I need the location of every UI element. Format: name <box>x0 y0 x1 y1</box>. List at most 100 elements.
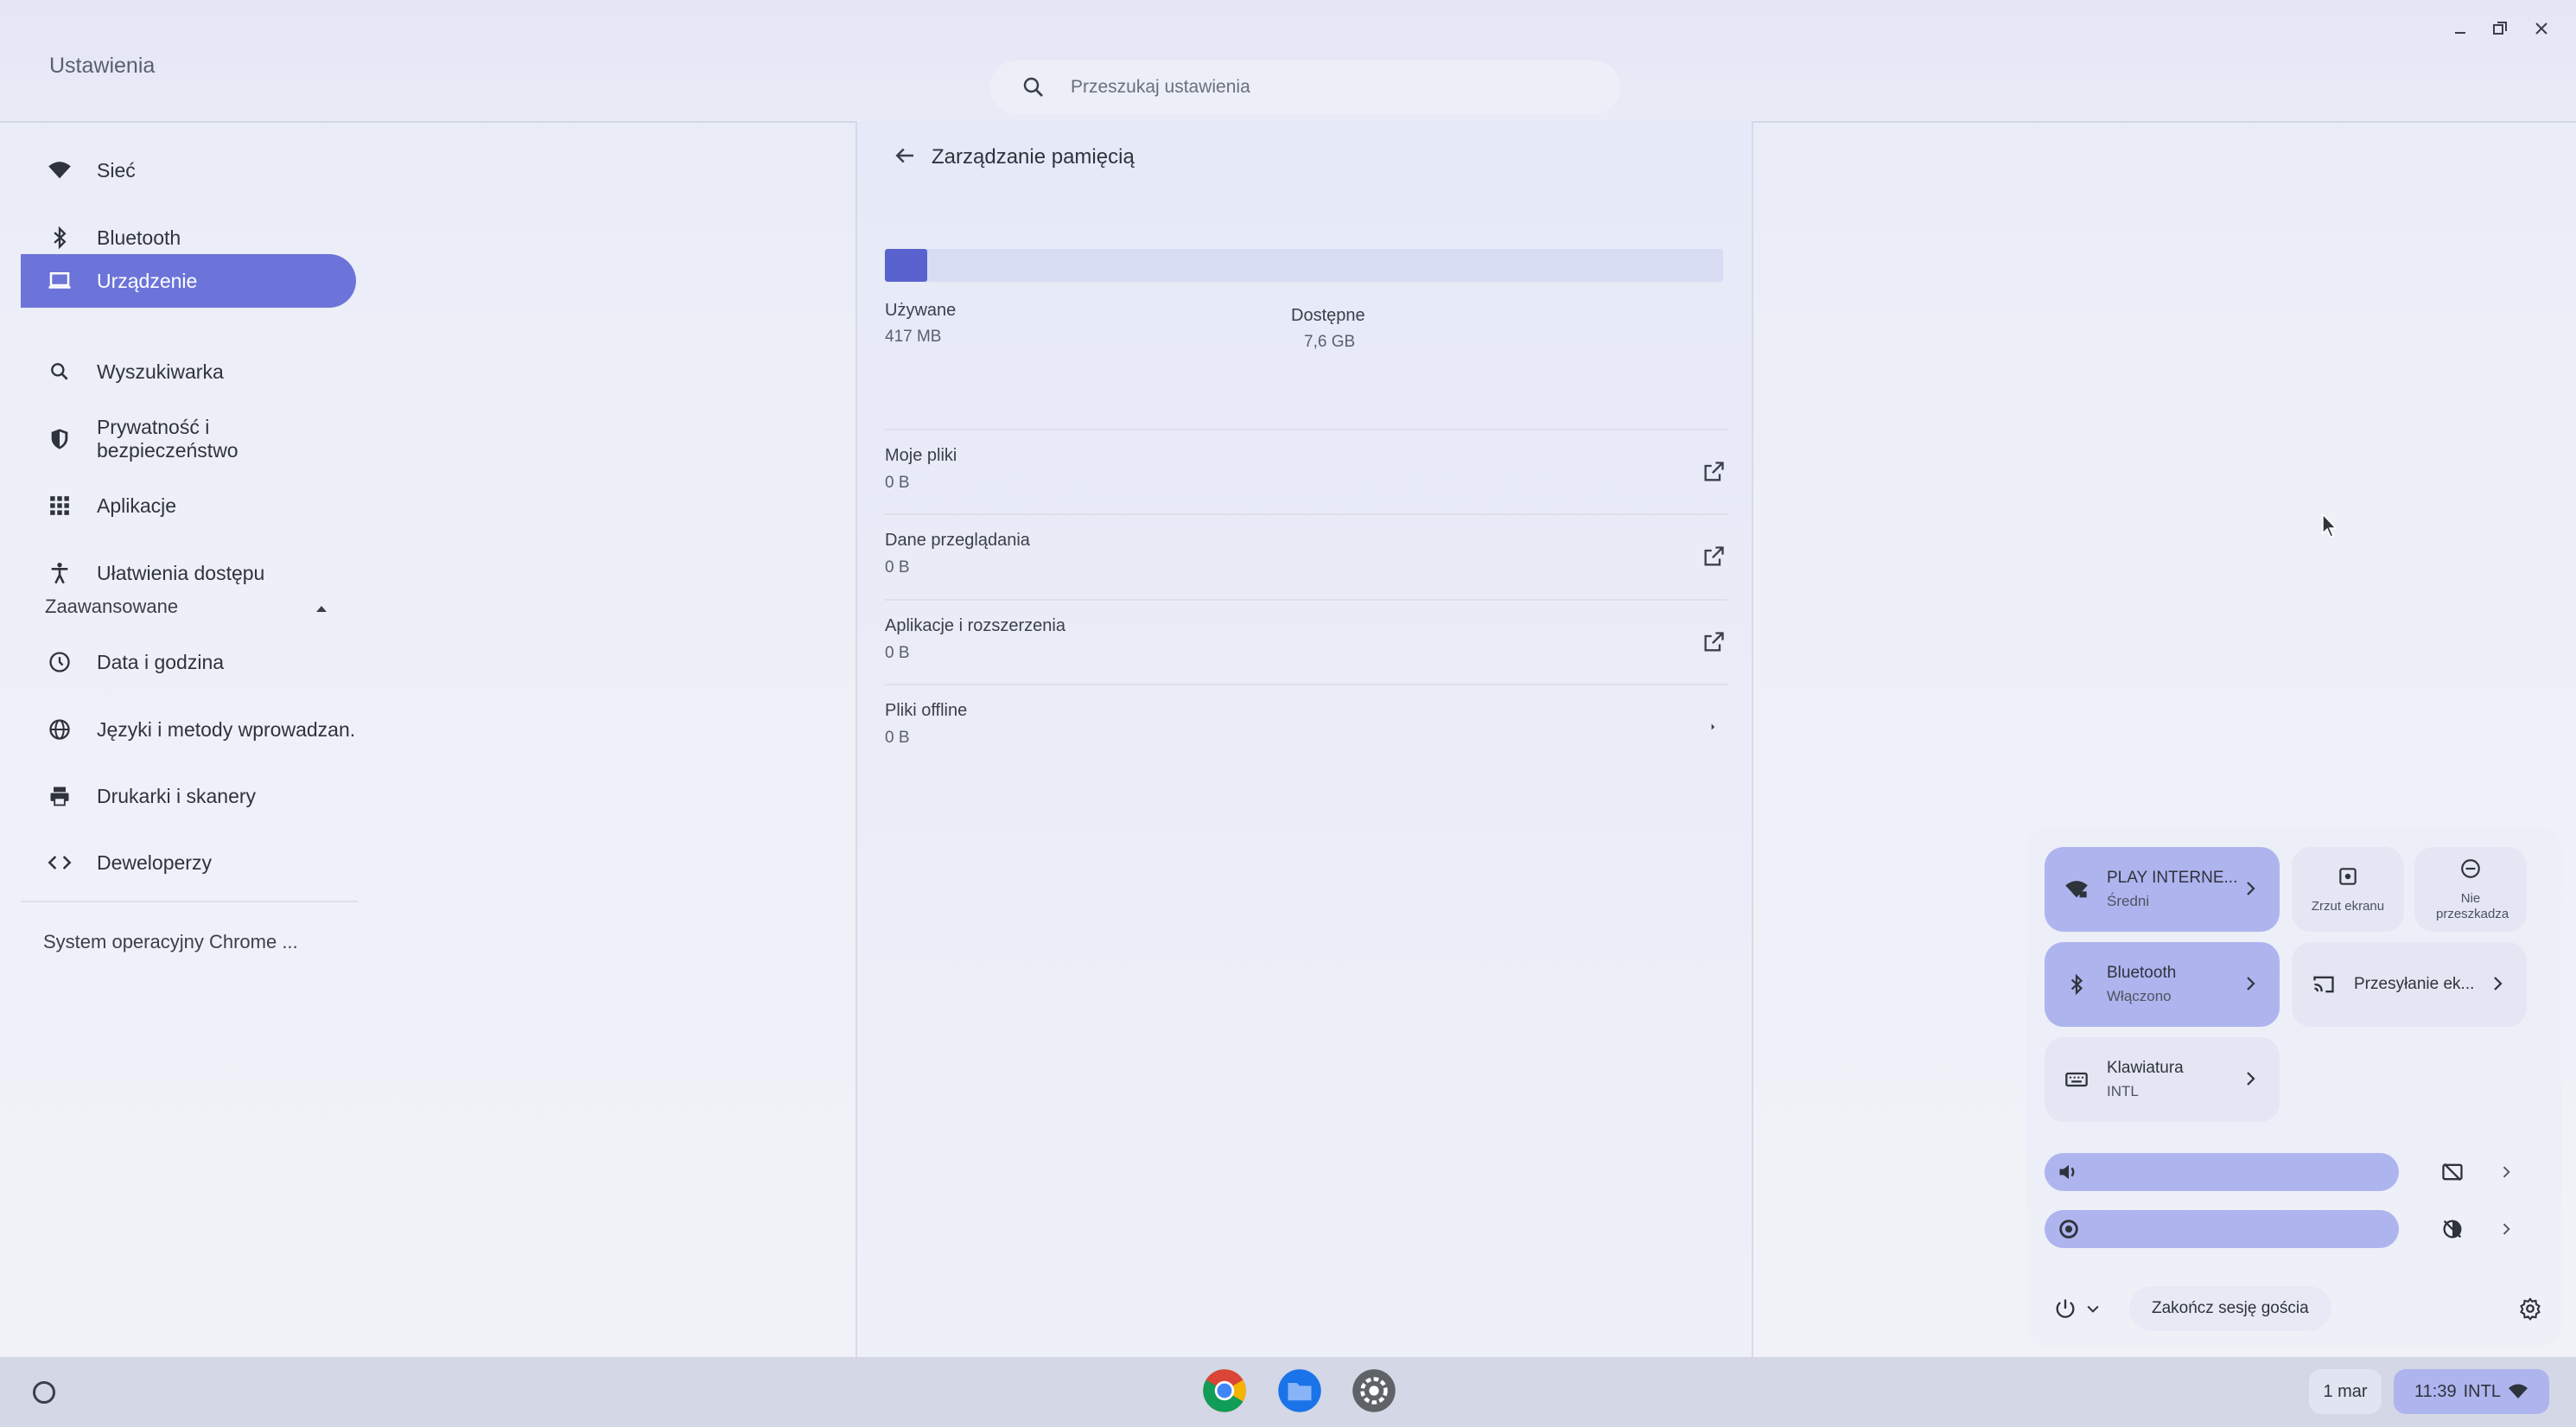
chevron-right-icon[interactable] <box>2240 1068 2261 1089</box>
available-label: Dostępne <box>1291 306 1365 325</box>
storage-row-apps-extensions[interactable]: Aplikacje i rozszerzenia 0 B <box>885 599 1727 685</box>
status-tray[interactable]: 11:39 INTL <box>2394 1369 2549 1414</box>
screen-capture-label: Zrzut ekranu <box>2311 898 2385 914</box>
chevron-right-icon[interactable] <box>2240 878 2261 899</box>
keyboard-tile[interactable]: Klawiatura INTL <box>2045 1037 2280 1122</box>
search-icon <box>45 357 74 386</box>
search-placeholder[interactable]: Przeszukaj ustawienia <box>1071 77 1250 98</box>
storage-panel: Zarządzanie pamięcią Używane 417 MB Dost… <box>855 121 1753 1357</box>
chevron-right-icon[interactable] <box>2492 1215 2520 1243</box>
row-label: Pliki offline <box>885 701 968 720</box>
storage-usage-fill <box>885 249 927 282</box>
storage-row-browsing-data[interactable]: Dane przeglądania 0 B <box>885 513 1727 600</box>
date-tray[interactable]: 1 mar <box>2309 1369 2382 1414</box>
sidebar-item-date-time[interactable]: Data i godzina <box>21 635 356 689</box>
restore-icon[interactable] <box>2487 16 2513 41</box>
screen-capture-icon <box>2337 865 2359 892</box>
sidebar-item-label: Data i godzina <box>97 650 225 673</box>
row-value: 0 B <box>885 729 910 747</box>
sidebar-item-accessibility[interactable]: Ułatwienia dostępu <box>21 546 356 600</box>
sidebar-item-label: Aplikacje <box>97 494 177 517</box>
network-signal: Średni <box>2107 893 2150 909</box>
shelf: 1 mar 11:39 INTL <box>0 1357 2576 1427</box>
used-value: 417 MB <box>885 328 942 346</box>
sidebar-item-label: Wyszukiwarka <box>97 360 224 383</box>
settings-window: Ustawienia Przeszukaj ustawienia Sieć Bl… <box>0 0 2576 1357</box>
sidebar-item-label: Deweloperzy <box>97 850 212 874</box>
clock-time: 11:39 <box>2414 1381 2457 1401</box>
cast-icon <box>2311 972 2337 997</box>
chevron-down-icon[interactable] <box>2079 1295 2107 1322</box>
sidebar-item-privacy[interactable]: Prywatność i bezpieczeństwo <box>21 412 356 466</box>
page-title: Zarządzanie pamięcią <box>932 145 1135 169</box>
laptop-icon <box>45 266 74 296</box>
advanced-section-toggle[interactable]: Zaawansowane <box>45 596 178 618</box>
external-link-icon[interactable] <box>1701 630 1727 656</box>
code-icon <box>45 848 74 877</box>
close-icon[interactable] <box>2528 16 2554 41</box>
cast-tile[interactable]: Przesyłanie ek... <box>2292 942 2527 1027</box>
gear-icon[interactable] <box>2516 1295 2544 1322</box>
shield-icon <box>45 424 74 454</box>
used-label: Używane <box>885 301 957 320</box>
row-value: 0 B <box>885 558 910 577</box>
sidebar-item-label: Sieć <box>97 158 136 182</box>
keyboard-title: Klawiatura <box>2107 1059 2184 1077</box>
sidebar-item-label: Bluetooth <box>97 226 181 249</box>
wifi-icon <box>2508 1384 2528 1398</box>
bluetooth-status: Włączono <box>2107 988 2172 1004</box>
sidebar-item-apps[interactable]: Aplikacje <box>21 479 356 532</box>
sign-out-button[interactable]: Zakończ sesję gościa <box>2129 1286 2331 1331</box>
row-label: Moje pliki <box>885 446 957 465</box>
available-value: 7,6 GB <box>1304 333 1356 351</box>
minimize-icon[interactable] <box>2447 16 2473 41</box>
sidebar-item-device[interactable]: Urządzenie <box>21 254 356 308</box>
external-link-icon[interactable] <box>1701 460 1727 486</box>
chevron-right-icon[interactable] <box>2492 1158 2520 1186</box>
search-box[interactable]: Przeszukaj ustawienia <box>989 61 1620 114</box>
quick-settings-panel: PLAY INTERNE... Średni Zrzut ekranu Nie … <box>2026 828 2561 1347</box>
sidebar-item-about[interactable]: System operacyjny Chrome ... <box>43 931 298 953</box>
do-not-disturb-icon <box>2459 857 2482 884</box>
storage-row-my-files[interactable]: Moje pliki 0 B <box>885 429 1727 515</box>
sidebar-item-label: Drukarki i skanery <box>97 784 257 807</box>
storage-row-offline-files[interactable]: Pliki offline 0 B <box>885 684 1727 770</box>
chevron-right-icon[interactable] <box>2487 973 2508 994</box>
bluetooth-icon <box>2064 972 2089 997</box>
volume-slider[interactable] <box>2045 1153 2399 1191</box>
search-icon <box>1021 74 1046 100</box>
keyboard-layout: INTL <box>2107 1083 2139 1099</box>
do-not-disturb-tile[interactable]: Nie przeszkadza <box>2414 847 2527 932</box>
sidebar-item-printers[interactable]: Drukarki i skanery <box>21 769 356 823</box>
row-label: Dane przeglądania <box>885 531 1030 550</box>
do-not-disturb-label: Nie przeszkadza <box>2436 890 2509 921</box>
storage-usage-bar <box>885 249 1723 282</box>
audio-output-off-icon[interactable] <box>2439 1158 2466 1186</box>
sidebar-item-label: Urządzenie <box>97 269 198 292</box>
sidebar-item-languages[interactable]: Języki i metody wprowadzan. <box>21 703 356 756</box>
night-light-off-icon[interactable] <box>2439 1215 2466 1243</box>
sidebar-item-label: Ułatwienia dostępu <box>97 561 265 584</box>
bluetooth-tile[interactable]: Bluetooth Włączono <box>2045 942 2280 1027</box>
apps-grid-icon <box>45 491 74 520</box>
chrome-icon[interactable] <box>1201 1367 1248 1414</box>
chevron-right-icon[interactable] <box>2240 973 2261 994</box>
sidebar-item-label: Prywatność i bezpieczeństwo <box>96 416 239 462</box>
power-icon[interactable] <box>2051 1295 2079 1322</box>
sidebar-item-developers[interactable]: Deweloperzy <box>21 836 356 889</box>
screen-capture-tile[interactable]: Zrzut ekranu <box>2292 847 2404 932</box>
back-arrow-icon[interactable] <box>892 143 923 174</box>
settings-app-icon[interactable] <box>1351 1367 1397 1414</box>
chevron-up-icon[interactable] <box>316 606 327 612</box>
sidebar-item-network[interactable]: Sieć <box>21 143 356 197</box>
external-link-icon[interactable] <box>1701 545 1727 570</box>
launcher-icon[interactable] <box>33 1381 55 1404</box>
brightness-slider[interactable] <box>2045 1210 2399 1248</box>
sidebar-item-search-engine[interactable]: Wyszukiwarka <box>21 345 356 398</box>
chevron-right-icon[interactable] <box>1701 715 1727 741</box>
network-tile[interactable]: PLAY INTERNE... Średni <box>2045 847 2280 932</box>
files-app-icon[interactable] <box>1276 1367 1323 1414</box>
globe-icon <box>45 715 74 744</box>
printer-icon <box>45 781 74 811</box>
sidebar: Sieć Bluetooth Urządzenie Wyszukiwarka P… <box>0 121 380 1357</box>
